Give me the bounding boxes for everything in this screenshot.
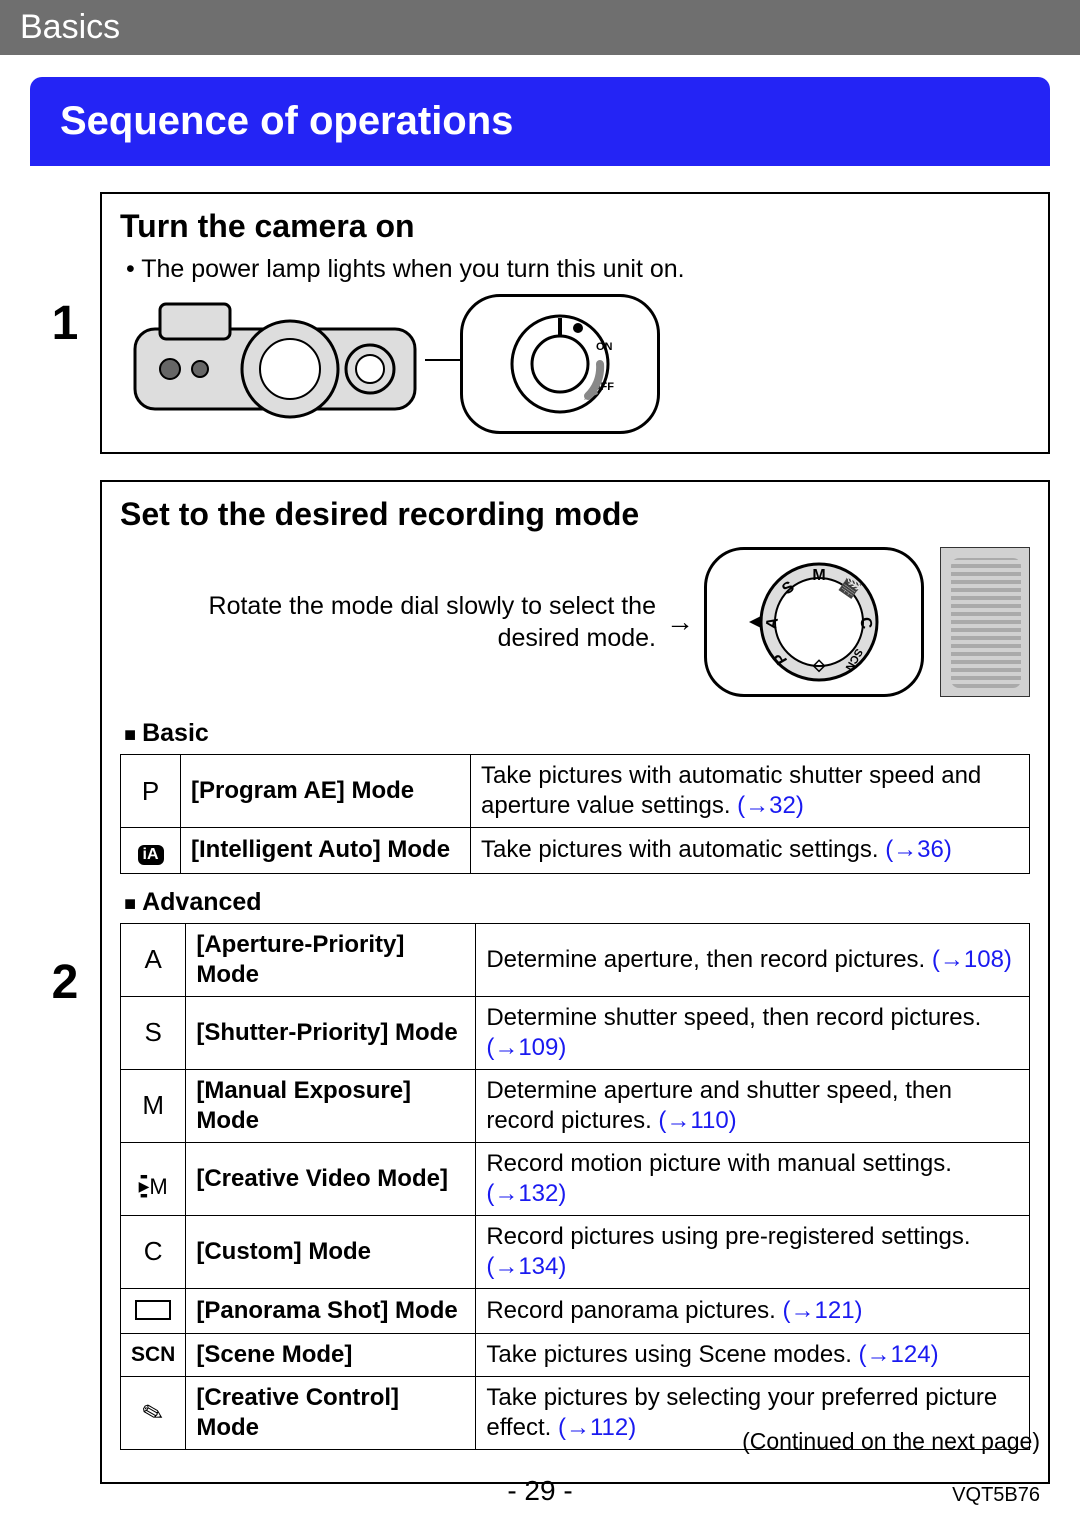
step-1: 1 Turn the camera on • The power lamp li…	[30, 192, 1050, 454]
advanced-modes-table: A [Aperture-Priority] Mode Determine ape…	[120, 923, 1030, 1451]
page-xref[interactable]: (→132)	[486, 1180, 566, 1207]
mode-desc: Record panorama pictures. (→121)	[476, 1288, 1030, 1334]
mode-desc: Record pictures using pre-registered set…	[476, 1215, 1030, 1288]
page-xref[interactable]: (→110)	[658, 1107, 736, 1134]
mode-dial-icon: M S A P 🎬 C SCN ◇	[739, 552, 889, 692]
camera-top-illustration	[130, 294, 430, 424]
mode-desc: Take pictures with automatic shutter spe…	[471, 755, 1030, 828]
step-1-number: 1	[30, 192, 100, 454]
mode-icon-creative-video: ▪▪▶▪▪M	[121, 1142, 186, 1215]
step-1-bullet: • The power lamp lights when you turn th…	[126, 255, 1030, 284]
page-xref[interactable]: (→134)	[486, 1253, 566, 1280]
power-dial-icon: ON OFF	[500, 304, 620, 424]
step-2: 2 Set to the desired recording mode Rota…	[30, 480, 1050, 1484]
table-row: A [Aperture-Priority] Mode Determine ape…	[121, 923, 1030, 996]
page-xref[interactable]: (→112)	[558, 1414, 636, 1441]
table-row: iA [Intelligent Auto] Mode Take pictures…	[121, 828, 1030, 874]
mode-name: [Program AE] Mode	[181, 755, 471, 828]
mode-dial-callout: M S A P 🎬 C SCN ◇	[704, 547, 924, 697]
step-2-number: 2	[30, 480, 100, 1484]
mode-name: [Manual Exposure] Mode	[186, 1069, 476, 1142]
mode-desc: Determine shutter speed, then record pic…	[476, 996, 1030, 1069]
page-xref[interactable]: (→36)	[885, 836, 952, 863]
mode-icon-a: A	[121, 923, 186, 996]
mode-icon-ia: iA	[121, 828, 181, 874]
mode-desc: Take pictures using Scene modes. (→124)	[476, 1334, 1030, 1377]
mode-desc: Determine aperture, then record pictures…	[476, 923, 1030, 996]
camera-grip-illustration	[940, 547, 1030, 697]
table-row: M [Manual Exposure] Mode Determine apert…	[121, 1069, 1030, 1142]
table-row: SCN [Scene Mode] Take pictures using Sce…	[121, 1334, 1030, 1377]
mode-name: [Scene Mode]	[186, 1334, 476, 1377]
step-2-title: Set to the desired recording mode	[120, 496, 1030, 533]
mode-icon-m: M	[121, 1069, 186, 1142]
table-row: [Panorama Shot] Mode Record panorama pic…	[121, 1288, 1030, 1334]
advanced-group-label: Advanced	[124, 888, 1030, 917]
basic-group-label: Basic	[124, 719, 1030, 748]
page-xref[interactable]: (→109)	[486, 1034, 566, 1061]
section-header: Basics	[0, 0, 1080, 55]
mode-icon-s: S	[121, 996, 186, 1069]
step-2-instruction: Rotate the mode dial slowly to select th…	[120, 590, 656, 655]
on-label: ON	[596, 341, 613, 353]
step-1-title: Turn the camera on	[120, 208, 1030, 245]
mode-name: [Shutter-Priority] Mode	[186, 996, 476, 1069]
svg-text:M: M	[812, 567, 825, 584]
mode-desc: Record motion picture with manual settin…	[476, 1142, 1030, 1215]
table-row: C [Custom] Mode Record pictures using pr…	[121, 1215, 1030, 1288]
table-row: ▪▪▶▪▪M [Creative Video Mode] Record moti…	[121, 1142, 1030, 1215]
mode-icon-scn: SCN	[121, 1334, 186, 1377]
mode-desc: Take pictures with automatic settings. (…	[471, 828, 1030, 874]
continued-notice: (Continued on the next page)	[742, 1428, 1040, 1455]
mode-icon-panorama	[121, 1288, 186, 1334]
mode-name: [Intelligent Auto] Mode	[181, 828, 471, 874]
document-id: VQT5B76	[952, 1484, 1040, 1507]
mode-icon-c: C	[121, 1215, 186, 1288]
mode-name: [Creative Control] Mode	[186, 1377, 476, 1450]
basic-modes-table: P [Program AE] Mode Take pictures with a…	[120, 754, 1030, 874]
mode-name: [Custom] Mode	[186, 1215, 476, 1288]
svg-text:◇: ◇	[812, 657, 826, 674]
page-title: Sequence of operations	[30, 77, 1050, 166]
mode-desc: Determine aperture and shutter speed, th…	[476, 1069, 1030, 1142]
mode-name: [Aperture-Priority] Mode	[186, 923, 476, 996]
mode-icon-creative-control: ✎	[121, 1377, 186, 1450]
page-xref[interactable]: (→121)	[783, 1297, 863, 1324]
mode-icon-p: P	[121, 755, 181, 828]
table-row: S [Shutter-Priority] Mode Determine shut…	[121, 996, 1030, 1069]
page-xref[interactable]: (→32)	[737, 792, 804, 819]
table-row: P [Program AE] Mode Take pictures with a…	[121, 755, 1030, 828]
mode-name: [Panorama Shot] Mode	[186, 1288, 476, 1334]
page-xref[interactable]: (→108)	[932, 946, 1012, 973]
arrow-icon: →	[666, 606, 694, 638]
power-switch-callout: ON OFF	[460, 294, 660, 434]
page-xref[interactable]: (→124)	[859, 1341, 939, 1368]
mode-name: [Creative Video Mode]	[186, 1142, 476, 1215]
